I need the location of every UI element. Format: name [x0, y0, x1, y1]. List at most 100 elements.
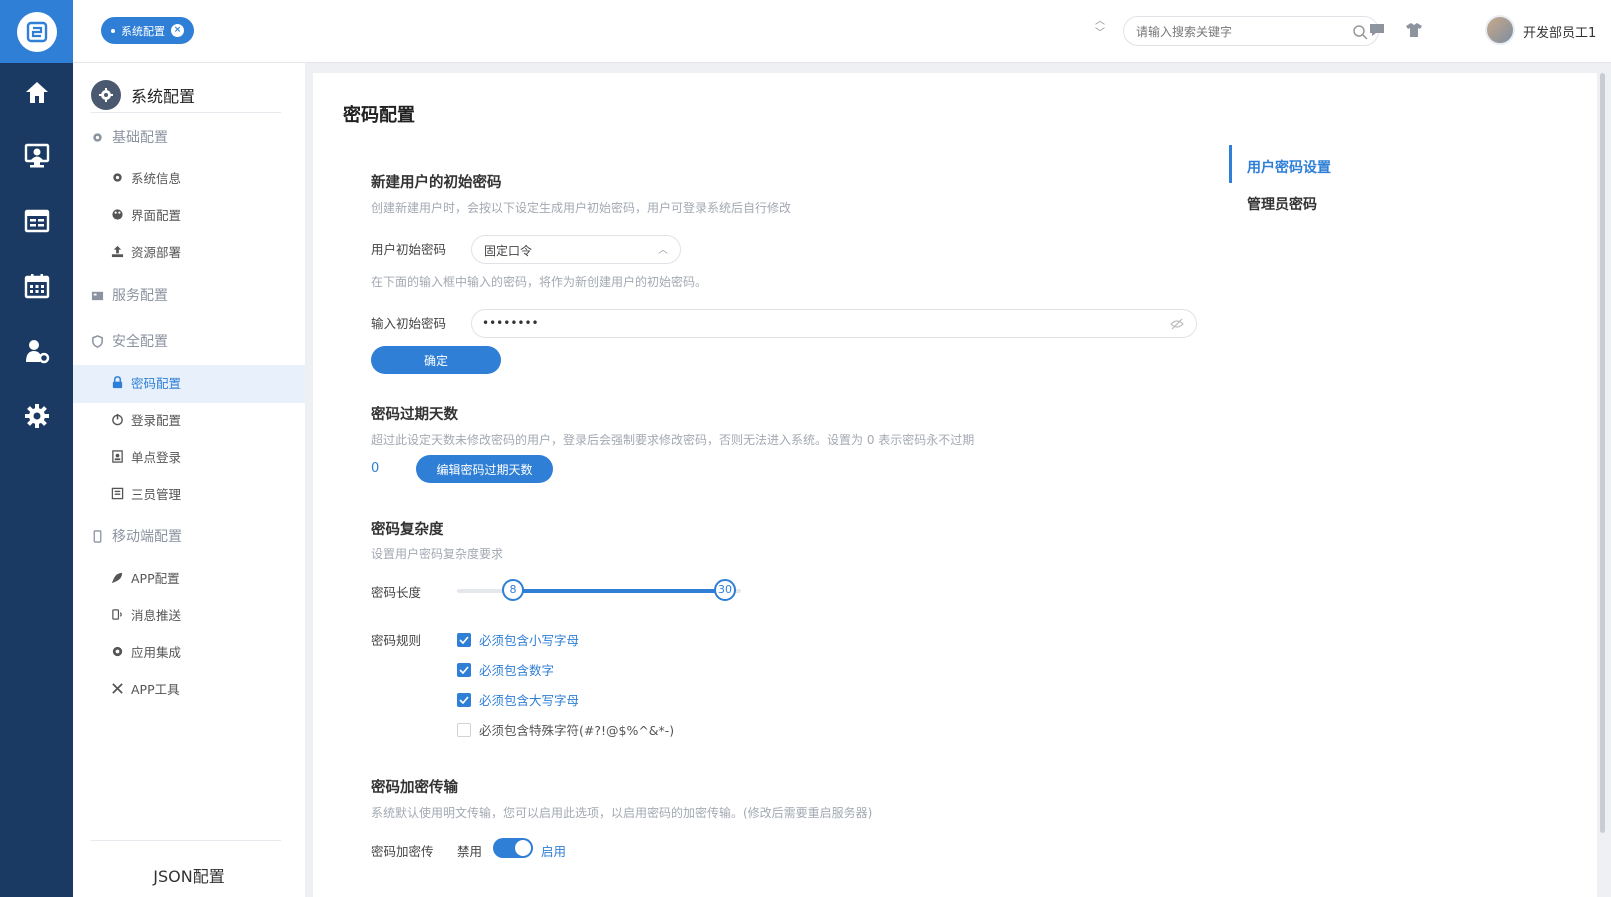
shirt-icon[interactable] [1405, 21, 1423, 39]
rule-label: 必须包含特殊字符(#?!@$%^&*-) [479, 723, 675, 738]
sidebar-item-label: APP工具 [131, 681, 180, 697]
encrypt-off-label[interactable]: 禁用 [457, 841, 482, 860]
section-expiry-title: 密码过期天数 [371, 407, 458, 423]
section-initial-title: 新建用户的初始密码 [371, 175, 502, 191]
group-basic-label: 基础配置 [112, 130, 168, 146]
sidebar-item-label: 登录配置 [131, 412, 182, 428]
page-title: 密码配置 [343, 105, 415, 126]
tools-icon [112, 682, 123, 694]
encrypt-toggle[interactable] [493, 838, 533, 858]
collapse-toggle-icon[interactable]: ︿ ﹀ [1092, 16, 1108, 44]
rule-label: 必须包含大写字母 [479, 693, 580, 708]
app-logo[interactable] [0, 0, 73, 63]
lock-icon [112, 375, 123, 388]
rocket-icon [111, 572, 123, 583]
search-input[interactable] [1136, 23, 1336, 41]
confirm-button[interactable]: 确定 [371, 346, 501, 374]
avatar[interactable] [1485, 15, 1515, 45]
rule-label: 必须包含数字 [479, 663, 555, 678]
palette-icon [112, 208, 123, 220]
edit-expiry-button[interactable]: 编辑密码过期天数 [416, 455, 553, 483]
rule-checkbox-row[interactable]: 必须包含大写字母 [457, 690, 579, 709]
sidebar-item-sso[interactable]: 单点登录 [111, 446, 181, 466]
anchor-user-password[interactable]: 用户密码设置 [1247, 157, 1331, 177]
server-icon [91, 291, 104, 300]
sidebar-item-system-info[interactable]: 系统信息 [111, 167, 181, 187]
config-gear-icon [91, 79, 121, 110]
id-card-icon [112, 449, 123, 463]
initial-type-select[interactable]: 固定口令 ︿ [471, 235, 681, 264]
json-config-link[interactable]: JSON配置 [73, 863, 305, 887]
expiry-days-value: 0 [371, 461, 380, 476]
sidebar-item-ui-config[interactable]: 界面配置 [111, 204, 181, 224]
initial-password-input[interactable]: •••••••• [471, 309, 1197, 338]
rule-checkbox-row[interactable]: 必须包含小写字母 [457, 630, 579, 649]
sidebar-item-label: APP配置 [131, 570, 180, 586]
sidebar-header: 系统配置 [91, 77, 281, 113]
group-mobile[interactable]: 移动端配置 [91, 526, 182, 546]
group-security[interactable]: 安全配置 [91, 331, 168, 351]
gear-icon [93, 132, 102, 142]
settings-gear-icon[interactable] [0, 396, 73, 436]
group-service-label: 服务配置 [112, 288, 168, 304]
rule-checkbox-row[interactable]: 必须包含特殊字符(#?!@$%^&*-) [457, 720, 674, 739]
search-icon[interactable] [1352, 24, 1368, 40]
sidebar-item-password-config[interactable]: 密码配置 [111, 372, 181, 392]
section-encrypt-desc: 系统默认使用明文传输，您可以启用此选项，以启用密码的加密传输。(修改后需要重启服… [371, 806, 873, 820]
sidebar-item-label: 应用集成 [131, 644, 182, 660]
message-icon[interactable] [1368, 21, 1386, 39]
length-max-handle[interactable]: 30 [714, 579, 736, 601]
sidebar-item-label: 三员管理 [131, 486, 182, 502]
home-icon[interactable] [0, 72, 73, 112]
rule-label: 必须包含小写字母 [479, 633, 580, 648]
section-complexity-desc: 设置用户密码复杂度要求 [371, 547, 504, 561]
initial-hint: 在下面的输入框中输入的密码，将作为新创建用户的初始密码。 [371, 275, 708, 289]
tab-system-config[interactable]: 系统配置 × [101, 17, 194, 44]
sidebar-title: 系统配置 [131, 86, 196, 106]
encrypt-on-label[interactable]: 启用 [541, 841, 566, 860]
close-icon[interactable]: × [171, 24, 184, 37]
sidebar-item-app-config[interactable]: APP配置 [111, 567, 180, 587]
checkbox-icon[interactable] [457, 722, 471, 737]
length-min-handle[interactable]: 8 [502, 579, 524, 601]
tab-label: 系统配置 [121, 24, 165, 38]
toggle-knob [515, 840, 531, 856]
eye-off-icon[interactable] [1170, 318, 1184, 330]
length-slider-fill [513, 589, 725, 593]
checkbox-checked-icon[interactable] [457, 662, 471, 677]
section-complexity-title: 密码复杂度 [371, 522, 444, 538]
group-mobile-label: 移动端配置 [112, 529, 182, 545]
config-sidebar: 系统配置 基础配置 系统信息 界面配置 资源部署 服务配置 安全配置 密码配置 … [73, 63, 305, 897]
sidebar-item-login-config[interactable]: 登录配置 [111, 409, 181, 429]
group-service[interactable]: 服务配置 [91, 285, 168, 305]
list-box-icon [111, 487, 124, 499]
length-label: 密码长度 [371, 585, 422, 600]
username[interactable]: 开发部员工1 [1523, 22, 1596, 41]
sidebar-item-three-admin[interactable]: 三员管理 [111, 483, 181, 503]
scrollbar[interactable] [1600, 73, 1605, 833]
anchor-admin-password[interactable]: 管理员密码 [1247, 194, 1317, 214]
report-icon[interactable] [0, 201, 73, 241]
section-encrypt-title: 密码加密传输 [371, 780, 458, 796]
upload-icon [111, 245, 124, 257]
sidebar-item-resource-deploy[interactable]: 资源部署 [111, 241, 181, 261]
sidebar-item-label: 资源部署 [131, 244, 182, 260]
checkbox-checked-icon[interactable] [457, 632, 471, 647]
sidebar-item-app-tools[interactable]: APP工具 [111, 678, 180, 698]
rules-label: 密码规则 [371, 633, 422, 648]
mobile-icon [93, 529, 102, 543]
gear-icon [113, 172, 122, 182]
checkbox-checked-icon[interactable] [457, 692, 471, 707]
tab-dot [111, 28, 115, 33]
sidebar-item-push[interactable]: 消息推送 [111, 604, 181, 624]
record-icon [112, 646, 123, 656]
user-settings-icon[interactable] [0, 331, 73, 371]
rule-checkbox-row[interactable]: 必须包含数字 [457, 660, 554, 679]
device-signal-icon [112, 608, 122, 620]
calendar-icon[interactable] [0, 266, 73, 306]
group-basic[interactable]: 基础配置 [91, 127, 168, 147]
sidebar-item-app-integration[interactable]: 应用集成 [111, 641, 181, 661]
anchor-indicator [1229, 145, 1232, 183]
main-panel: 密码配置 新建用户的初始密码 创建新建用户时，会按以下设定生成用户初始密码，用户… [313, 73, 1597, 897]
user-screen-icon[interactable] [0, 136, 73, 176]
